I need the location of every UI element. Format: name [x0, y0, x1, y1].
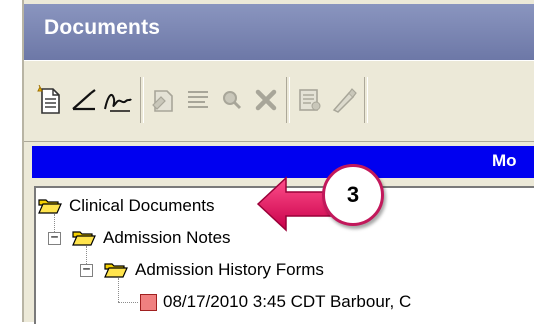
toolbar: [24, 60, 534, 142]
sign-icon: [72, 89, 96, 111]
tree-connector: [118, 302, 138, 303]
pen-icon: [332, 88, 357, 113]
open-folder-icon: [72, 231, 96, 246]
edit-document-button[interactable]: [148, 83, 180, 117]
list-icon: [188, 91, 208, 108]
tree-node-document[interactable]: 08/17/2010 3:45 CDT Barbour, C: [140, 292, 411, 312]
tree-node-admission-notes[interactable]: Admission Notes: [72, 228, 231, 248]
tree-node-label: 08/17/2010 3:45 CDT Barbour, C: [163, 292, 412, 311]
delete-icon: [255, 89, 277, 111]
documents-window: Documents Mo Clinical Documents − Admiss…: [22, 0, 534, 324]
cosign-button[interactable]: [102, 83, 134, 117]
toolbar-separator: [286, 77, 290, 123]
sign-button[interactable]: [68, 83, 100, 117]
pen-button[interactable]: [328, 83, 360, 117]
search-button[interactable]: [216, 83, 248, 117]
window-title: Documents: [24, 4, 534, 60]
delete-button[interactable]: [250, 83, 282, 117]
toolbar-separator: [140, 77, 144, 123]
review-button[interactable]: [294, 83, 326, 117]
unsigned-document-icon: [140, 293, 157, 311]
open-folder-icon: [38, 199, 62, 214]
tree-node-admission-history-forms[interactable]: Admission History Forms: [104, 260, 324, 280]
tree-node-label: Clinical Documents: [69, 196, 215, 215]
tree-connector: [118, 278, 119, 302]
step-number-badge: 3: [322, 164, 384, 226]
collapse-toggle[interactable]: −: [80, 263, 93, 277]
tree-node-label: Admission Notes: [103, 228, 231, 247]
tree-node-clinical-documents[interactable]: Clinical Documents: [38, 196, 215, 216]
list-button[interactable]: [182, 83, 214, 117]
open-folder-icon: [104, 263, 128, 278]
toolbar-separator: [364, 77, 368, 123]
tree-node-label: Admission History Forms: [135, 260, 324, 279]
collapse-toggle[interactable]: −: [48, 231, 61, 245]
new-document-icon: [37, 85, 60, 114]
cosign-icon: [104, 93, 132, 112]
review-icon: [299, 89, 321, 111]
search-icon: [223, 91, 242, 110]
edit-document-icon: [152, 90, 173, 112]
new-document-button[interactable]: [34, 83, 66, 117]
